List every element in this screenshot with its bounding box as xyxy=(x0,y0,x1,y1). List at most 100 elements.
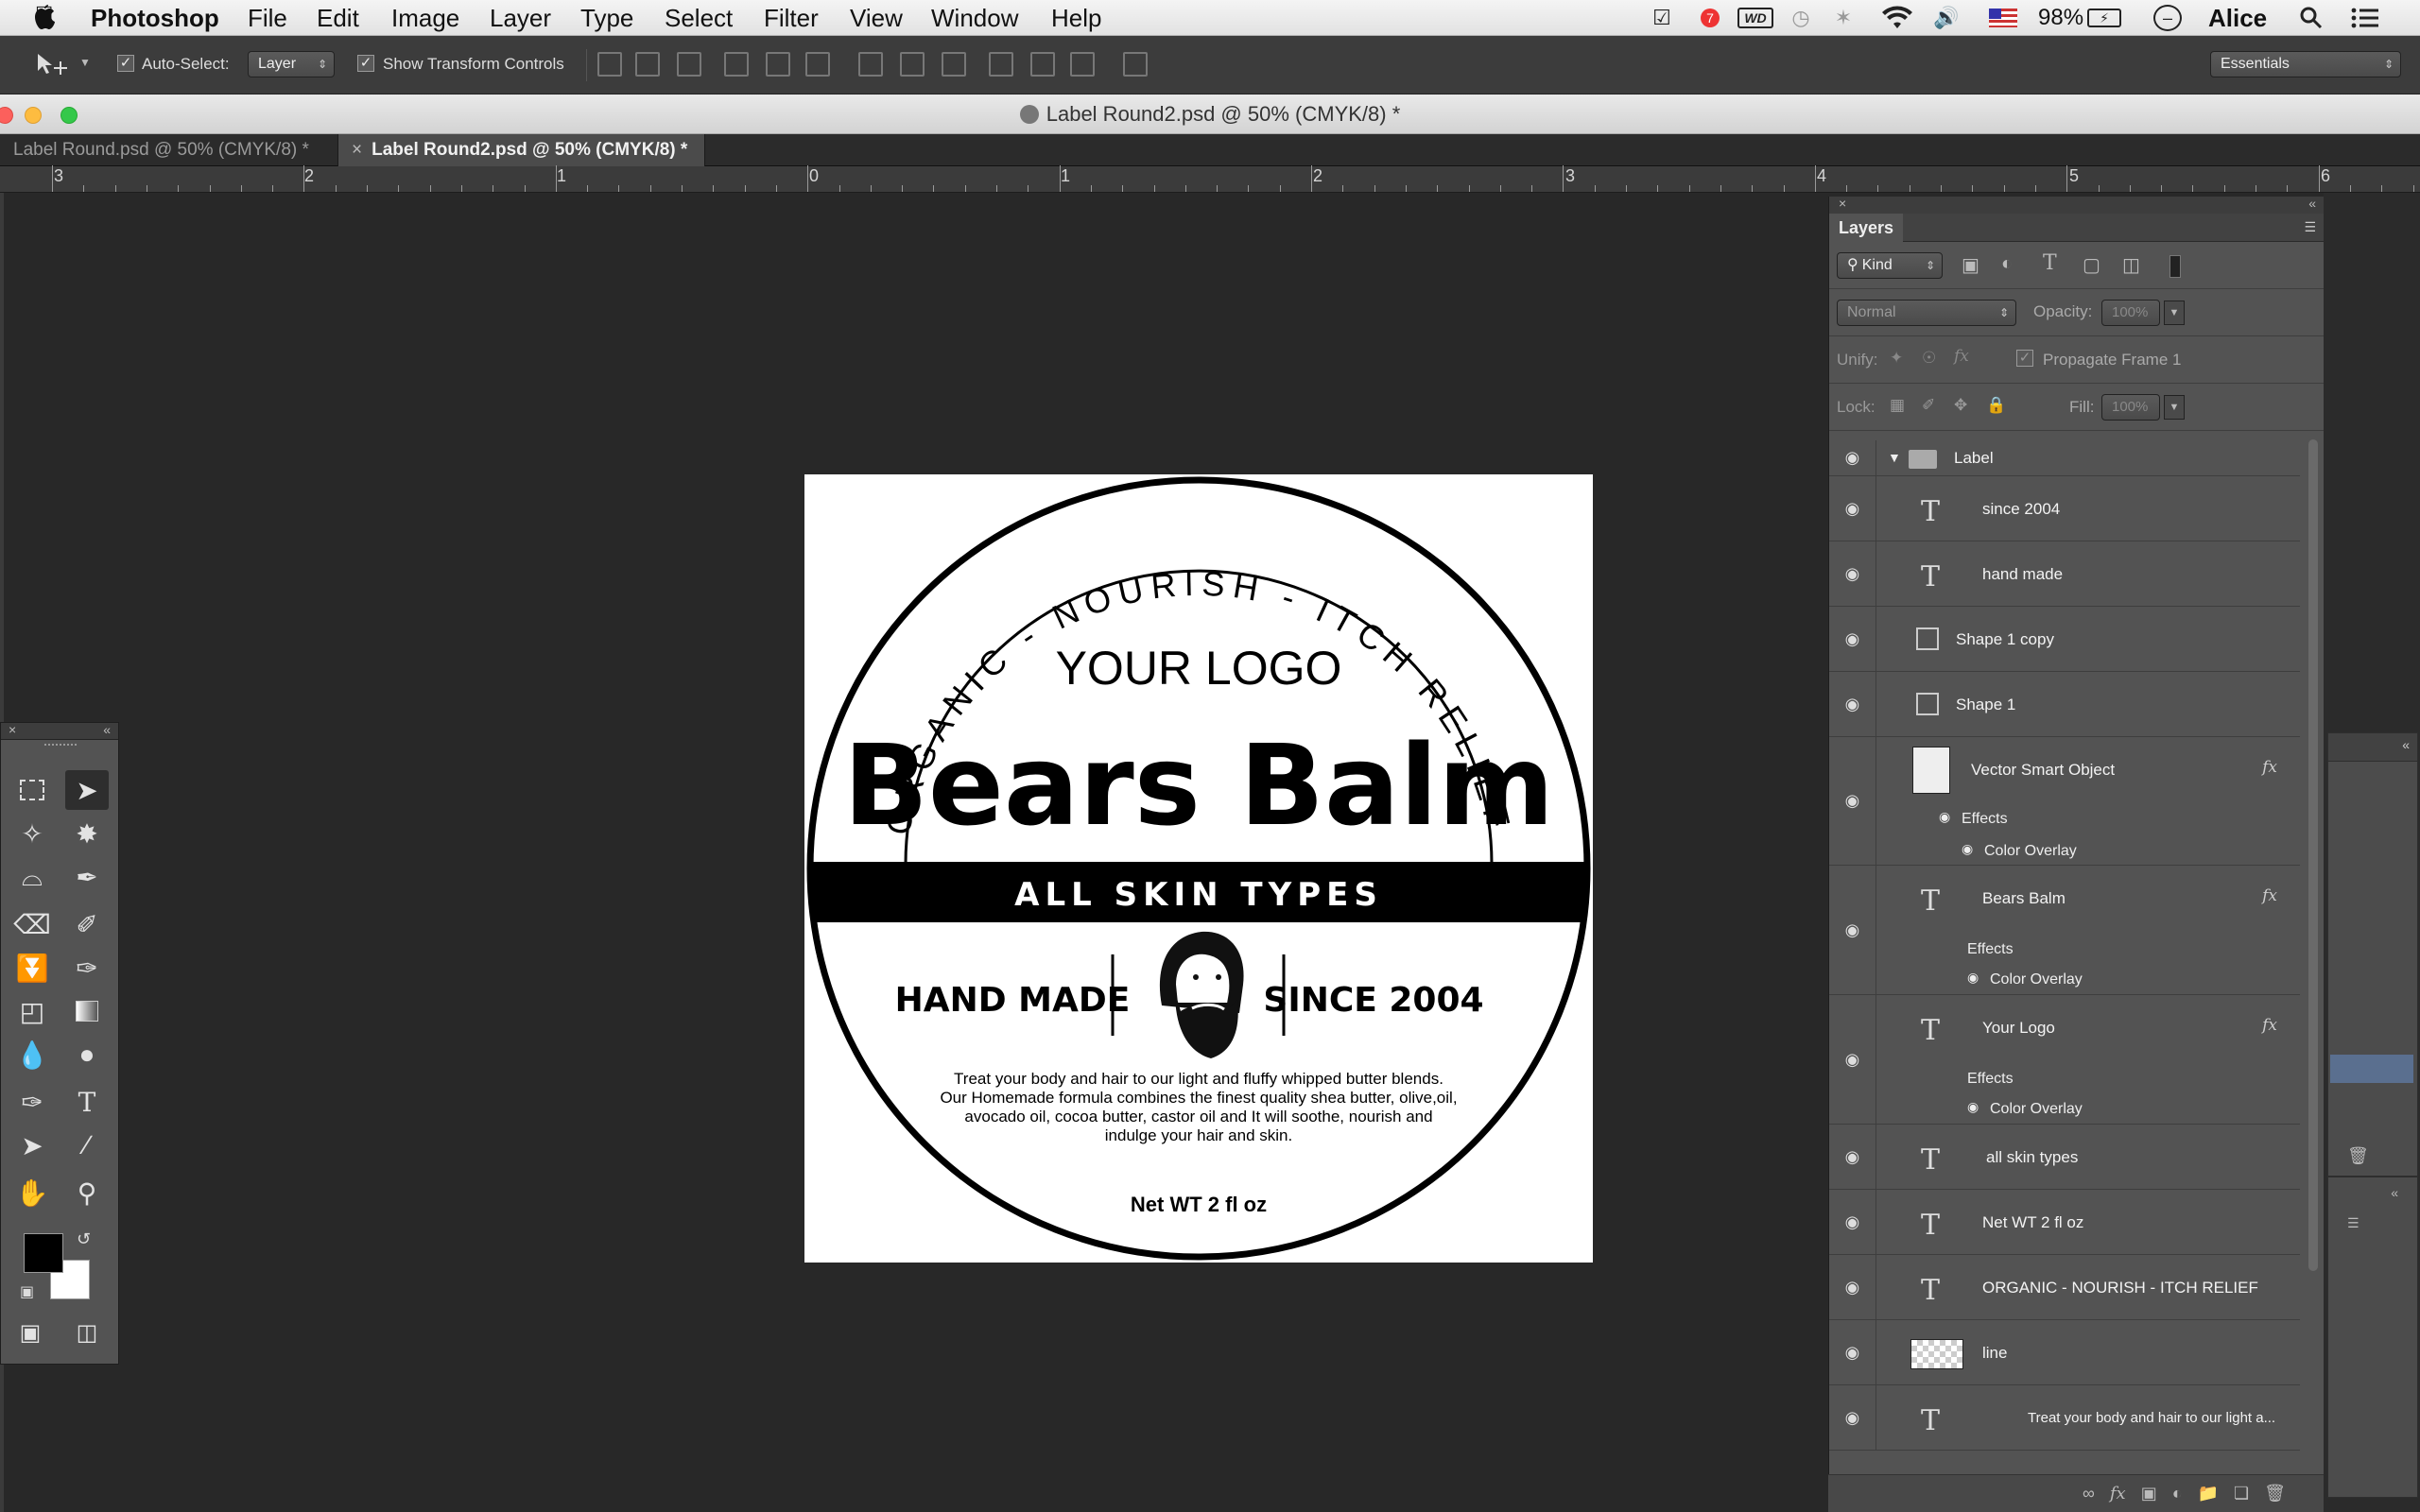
close-panel-icon[interactable]: × xyxy=(1839,196,1846,211)
minimize-window-button[interactable] xyxy=(25,107,42,124)
user-name[interactable]: Alice xyxy=(2208,4,2267,32)
menu-help[interactable]: Help xyxy=(1051,4,1101,32)
menu-image[interactable]: Image xyxy=(391,4,459,32)
grip-handle[interactable] xyxy=(44,744,77,747)
adjustment-layer-filter-icon[interactable]: ◐ xyxy=(2001,253,2013,275)
propagate-frame-checkbox[interactable]: ✓ xyxy=(2016,350,2033,367)
brush-tool-icon[interactable]: ✐ xyxy=(65,904,109,944)
layer-row-since-2004[interactable]: ◉ T since 2004 xyxy=(1829,476,2300,541)
gradient-tool-icon[interactable] xyxy=(65,991,109,1031)
menu-layer[interactable]: Layer xyxy=(490,4,551,32)
lock-transparent-pixels-icon[interactable]: ▦ xyxy=(1890,396,1905,415)
selected-row[interactable] xyxy=(2330,1055,2413,1083)
bluetooth-icon[interactable]: ✶ xyxy=(1832,6,1855,30)
blur-tool-icon[interactable]: 💧 xyxy=(10,1035,54,1074)
reminder-check-icon[interactable]: ☑ xyxy=(1649,6,1675,30)
pen-tool-icon[interactable]: ✑ xyxy=(10,1082,54,1122)
visibility-eye-icon[interactable]: ◉ xyxy=(1829,866,1876,994)
menu-window[interactable]: Window xyxy=(931,4,1018,32)
lock-position-icon[interactable]: ✥ xyxy=(1954,396,1967,415)
distribute-vertical-centers-icon[interactable] xyxy=(900,52,925,77)
layer-row-shape-1[interactable]: ◉ Shape 1 xyxy=(1829,672,2300,737)
auto-select-dropdown[interactable]: Layer ⇕ xyxy=(248,51,335,77)
visibility-eye-icon[interactable]: ◉ xyxy=(1829,541,1876,606)
eyedropper-tool-icon[interactable]: ✒ xyxy=(65,857,109,897)
tools-panel-header[interactable]: × « xyxy=(1,722,118,740)
shape-layer-filter-icon[interactable]: ▢ xyxy=(2083,253,2100,277)
crop-tool-icon[interactable]: ⌓ xyxy=(10,857,54,897)
notification-center-icon[interactable] xyxy=(2350,6,2380,30)
fill-slider-button[interactable]: ▼ xyxy=(2164,395,2185,420)
visibility-eye-icon[interactable]: ◉ xyxy=(1967,970,1979,986)
close-panel-icon[interactable]: × xyxy=(9,722,16,737)
visibility-eye-icon[interactable]: ◉ xyxy=(1829,737,1876,865)
unify-visibility-icon[interactable]: ☉ xyxy=(1922,349,1936,368)
close-window-button[interactable] xyxy=(0,107,13,124)
preset-dropdown-arrow-icon[interactable]: ▼ xyxy=(79,56,91,69)
workspace-switcher[interactable]: Essentials ⇕ xyxy=(2210,51,2401,77)
collapse-panel-icon[interactable]: « xyxy=(2391,1185,2398,1200)
add-mask-icon[interactable]: ▣ xyxy=(2141,1484,2157,1503)
horizontal-ruler[interactable]: 3 2 1 0 1 2 3 4 5 6 xyxy=(0,165,2420,193)
visibility-eye-icon[interactable]: ◉ xyxy=(1967,1099,1979,1115)
menu-filter[interactable]: Filter xyxy=(764,4,819,32)
visibility-eye-icon[interactable]: ◉ xyxy=(1939,809,1950,825)
label-artwork[interactable]: ORGANIC - NOURISH - ITCH RELIEF YOUR LOG… xyxy=(804,474,1593,1263)
document-proxy-icon[interactable] xyxy=(1019,105,1039,124)
tab-label-round2[interactable]: × Label Round2.psd @ 50% (CMYK/8) * xyxy=(338,134,705,166)
visibility-eye-icon[interactable]: ◉ xyxy=(1829,995,1876,1124)
auto-select-checkbox[interactable]: ✓ xyxy=(117,55,134,72)
visibility-eye-icon[interactable]: ◉ xyxy=(1829,1320,1876,1384)
layer-row-bears-balm[interactable]: ◉ T Bears Balm fx Effects ◉ Color Overla… xyxy=(1829,866,2300,995)
align-horizontal-centers-icon[interactable] xyxy=(766,52,790,77)
move-tool-icon[interactable]: ➤ xyxy=(65,770,109,810)
collapsed-panel-header[interactable]: « xyxy=(2328,733,2417,762)
visibility-eye-icon[interactable]: ◉ xyxy=(1829,607,1876,671)
line-tool-icon[interactable]: ∕ xyxy=(65,1125,109,1165)
distribute-bottom-edges-icon[interactable] xyxy=(942,52,966,77)
visibility-eye-icon[interactable]: ◉ xyxy=(1829,1125,1876,1189)
collapse-panel-icon[interactable]: « xyxy=(2308,196,2316,211)
healing-brush-tool-icon[interactable]: ⌫ xyxy=(10,904,54,944)
dodge-tool-icon[interactable]: ● xyxy=(65,1035,109,1074)
tab-layers[interactable]: Layers xyxy=(1829,214,1904,242)
align-left-edges-icon[interactable] xyxy=(724,52,749,77)
auto-align-layers-icon[interactable] xyxy=(1123,52,1148,77)
align-vertical-centers-icon[interactable] xyxy=(635,52,660,77)
layer-row-net-wt[interactable]: ◉ T Net WT 2 fl oz xyxy=(1829,1190,2300,1255)
wd-drive-icon[interactable]: WD xyxy=(1737,8,1773,28)
layer-row-vector-smart-object[interactable]: ◉ Vector Smart Object fx ◉ Effects ◉ Col… xyxy=(1829,737,2300,866)
volume-icon[interactable]: 🔊 xyxy=(1932,6,1961,30)
add-layer-style-icon[interactable]: fx xyxy=(2110,1484,2126,1503)
layer-effects-icon[interactable]: fx xyxy=(2262,758,2277,777)
screen-mode-icon[interactable]: ◫ xyxy=(65,1313,109,1352)
align-icon[interactable]: ☰ xyxy=(2347,1215,2360,1231)
align-right-edges-icon[interactable] xyxy=(805,52,830,77)
zoom-tool-icon[interactable]: ⚲ xyxy=(65,1173,109,1212)
distribute-left-edges-icon[interactable] xyxy=(989,52,1013,77)
type-tool-icon[interactable]: T xyxy=(65,1082,109,1122)
visibility-eye-icon[interactable]: ◉ xyxy=(1829,476,1876,541)
menu-file[interactable]: File xyxy=(248,4,287,32)
default-colors-icon[interactable]: ▣ xyxy=(20,1282,34,1301)
show-transform-checkbox[interactable]: ✓ xyxy=(357,55,374,72)
lasso-tool-icon[interactable]: ✧ xyxy=(10,814,54,853)
spotlight-search-icon[interactable] xyxy=(2299,6,2324,30)
history-brush-tool-icon[interactable]: ✑ xyxy=(65,948,109,988)
tab-label-round[interactable]: Label Round.psd @ 50% (CMYK/8) * xyxy=(0,134,338,166)
align-bottom-edges-icon[interactable] xyxy=(677,52,701,77)
opacity-field[interactable]: 100% xyxy=(2101,300,2160,326)
distribute-horizontal-centers-icon[interactable] xyxy=(1030,52,1055,77)
fill-field[interactable]: 100% xyxy=(2101,394,2160,421)
delete-icon[interactable]: 🗑 xyxy=(2347,1146,2369,1166)
visibility-eye-icon[interactable]: ◉ xyxy=(1829,1255,1876,1319)
battery-icon[interactable]: ⚡ xyxy=(2087,9,2121,27)
opacity-slider-button[interactable]: ▼ xyxy=(2164,301,2185,325)
menu-type[interactable]: Type xyxy=(580,4,633,32)
magic-wand-tool-icon[interactable]: ✸ xyxy=(65,814,109,853)
disclosure-triangle-icon[interactable]: ▼ xyxy=(1888,450,1901,465)
input-source-flag-icon[interactable] xyxy=(1989,9,2017,27)
do-not-disturb-icon[interactable]: – xyxy=(2153,5,2182,31)
collapse-panel-icon[interactable]: « xyxy=(2402,737,2410,752)
scrollbar-thumb[interactable] xyxy=(2308,439,2318,1271)
